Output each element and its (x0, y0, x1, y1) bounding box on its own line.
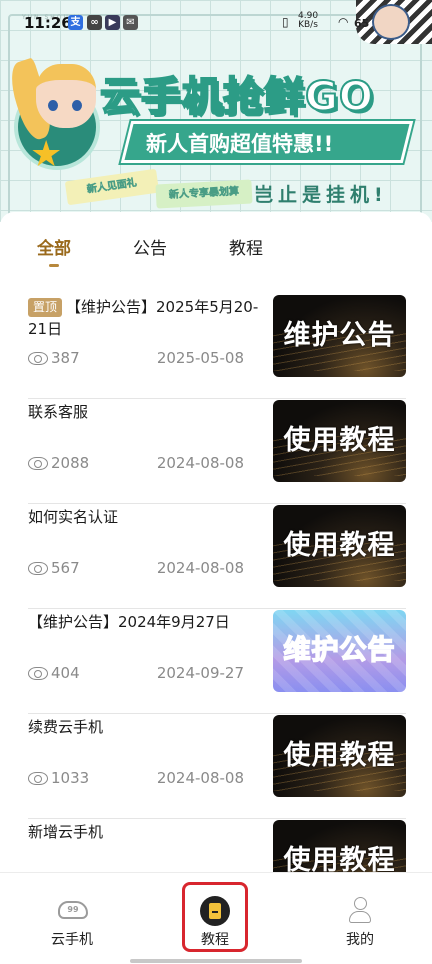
selection-highlight-box (182, 882, 248, 952)
article-list: 置顶 【维护公告】2025年5月20-21日 387 2025-05-08 维护公… (28, 294, 406, 872)
article-title-block: 续费云手机 (28, 716, 260, 738)
status-time: 11:26 (24, 14, 72, 32)
publish-date: 2024-09-27 (156, 664, 244, 682)
article-thumbnail[interactable]: 使用教程 (273, 820, 406, 872)
tab-announcements[interactable]: 公告 (133, 234, 167, 259)
nav-cloud-phone-label: 云手机 (51, 932, 93, 948)
article-item[interactable]: 【维护公告】2024年9月27日 404 2024-09-27 维护公告 (28, 609, 406, 714)
user-icon-head (354, 897, 367, 910)
article-thumbnail[interactable]: 使用教程 (273, 505, 406, 587)
article-item[interactable]: 续费云手机 1033 2024-08-08 使用教程 (28, 714, 406, 819)
publish-date: 2024-08-08 (156, 769, 244, 787)
banner-tag-exclusive: 新人专享暴划算 (155, 179, 253, 209)
tab-tutorials[interactable]: 教程 (229, 234, 263, 259)
view-count: 387 (51, 349, 80, 367)
home-indicator[interactable] (130, 959, 302, 963)
thumbnail-text: 维护公告 (283, 634, 396, 667)
article-meta: 387 2025-05-08 (28, 349, 244, 371)
alipay-notification-icon: 支 (68, 15, 83, 30)
promo-banner[interactable]: YUN SHOU JI 11:26 支 ∞ ▶ ✉ ▯ 4.90 KB/s ◠ … (0, 0, 432, 222)
eye-icon (28, 562, 48, 575)
thumbnail-text: 使用教程 (283, 425, 396, 456)
article-thumbnail[interactable]: 使用教程 (273, 400, 406, 482)
article-thumbnail[interactable]: 使用教程 (273, 715, 406, 797)
article-item[interactable]: 联系客服 2088 2024-08-08 使用教程 (28, 399, 406, 504)
user-icon-body (349, 911, 371, 923)
mascot-face (36, 64, 96, 128)
eye-icon (28, 352, 48, 365)
mascot-eye-right (72, 100, 82, 111)
article-item[interactable]: 如何实名认证 567 2024-08-08 使用教程 (28, 504, 406, 609)
banner-subtitle: 新人首购超值特惠!! (146, 132, 334, 156)
article-item[interactable]: 新增云手机 使用教程 (28, 819, 406, 872)
status-bar: 11:26 支 ∞ ▶ ✉ ▯ 4.90 KB/s ◠ 65 (0, 0, 432, 34)
user-profile-icon (349, 897, 371, 925)
article-title-block: 置顶 【维护公告】2025年5月20-21日 (28, 296, 260, 340)
eye-icon (28, 667, 48, 680)
banner-slogan: 岂止是挂机! (254, 184, 388, 206)
article-meta: 404 2024-09-27 (28, 664, 244, 686)
view-count: 2088 (51, 454, 90, 472)
tab-active-indicator (49, 264, 59, 267)
article-title-block: 如何实名认证 (28, 506, 260, 528)
banner-title: 云手机抢鲜GO (99, 73, 374, 121)
article-title-block: 新增云手机 (28, 821, 260, 843)
vibrate-icon: ▯ (282, 15, 289, 29)
view-count: 404 (51, 664, 80, 682)
article-panel: 全部 公告 教程 置顶 【维护公告】2025年5月20-21日 387 2025-… (0, 212, 432, 872)
thumbnail-text: 使用教程 (283, 740, 396, 771)
article-title: 【维护公告】2024年9月27日 (28, 613, 230, 631)
pinned-badge: 置顶 (28, 298, 63, 317)
article-meta: 567 2024-08-08 (28, 559, 244, 581)
link-notification-icon: ∞ (87, 15, 102, 30)
network-speed: 4.90 KB/s (298, 12, 318, 30)
article-title: 续费云手机 (28, 718, 104, 736)
thumbnail-text: 维护公告 (283, 320, 396, 351)
nav-cloud-phone[interactable]: 99 云手机 (22, 873, 122, 964)
publish-date: 2025-05-08 (156, 349, 244, 367)
article-meta: 2088 2024-08-08 (28, 454, 244, 476)
network-speed-unit: KB/s (298, 20, 318, 30)
wifi-icon: ◠ (338, 15, 349, 29)
view-count: 1033 (51, 769, 90, 787)
article-title: 新增云手机 (28, 823, 104, 841)
publish-date: 2024-08-08 (156, 559, 244, 577)
star-icon: ★ (30, 134, 63, 175)
view-count: 567 (51, 559, 80, 577)
nav-profile-label: 我的 (346, 932, 374, 948)
article-title: 如何实名认证 (28, 508, 119, 526)
publish-date: 2024-08-08 (156, 454, 244, 472)
thumbnail-text: 使用教程 (283, 845, 396, 872)
eye-icon (28, 457, 48, 470)
battery-level: 65 (354, 17, 370, 30)
play-notification-icon: ▶ (105, 15, 120, 30)
article-thumbnail[interactable]: 维护公告 (273, 610, 406, 692)
article-title: 【维护公告】2025年5月20-21日 (28, 298, 259, 338)
article-thumbnail[interactable]: 维护公告 (273, 295, 406, 377)
article-meta: 1033 2024-08-08 (28, 769, 244, 791)
tab-all[interactable]: 全部 (37, 234, 71, 259)
cloud-phone-icon-text: 99 (67, 905, 79, 914)
cloud-phone-icon: 99 (58, 901, 88, 919)
article-item[interactable]: 置顶 【维护公告】2025年5月20-21日 387 2025-05-08 维护公… (28, 294, 406, 399)
article-title: 联系客服 (28, 403, 89, 421)
thumbnail-text: 使用教程 (283, 530, 396, 561)
mail-notification-icon: ✉ (123, 15, 138, 30)
eye-icon (28, 772, 48, 785)
nav-profile[interactable]: 我的 (310, 873, 410, 964)
article-title-block: 联系客服 (28, 401, 260, 423)
category-tabs: 全部 公告 教程 (0, 212, 432, 278)
mascot-eye-left (48, 100, 58, 111)
banner-tag-exclusive-label: 新人专享暴划算 (168, 186, 240, 201)
article-title-block: 【维护公告】2024年9月27日 (28, 611, 260, 633)
